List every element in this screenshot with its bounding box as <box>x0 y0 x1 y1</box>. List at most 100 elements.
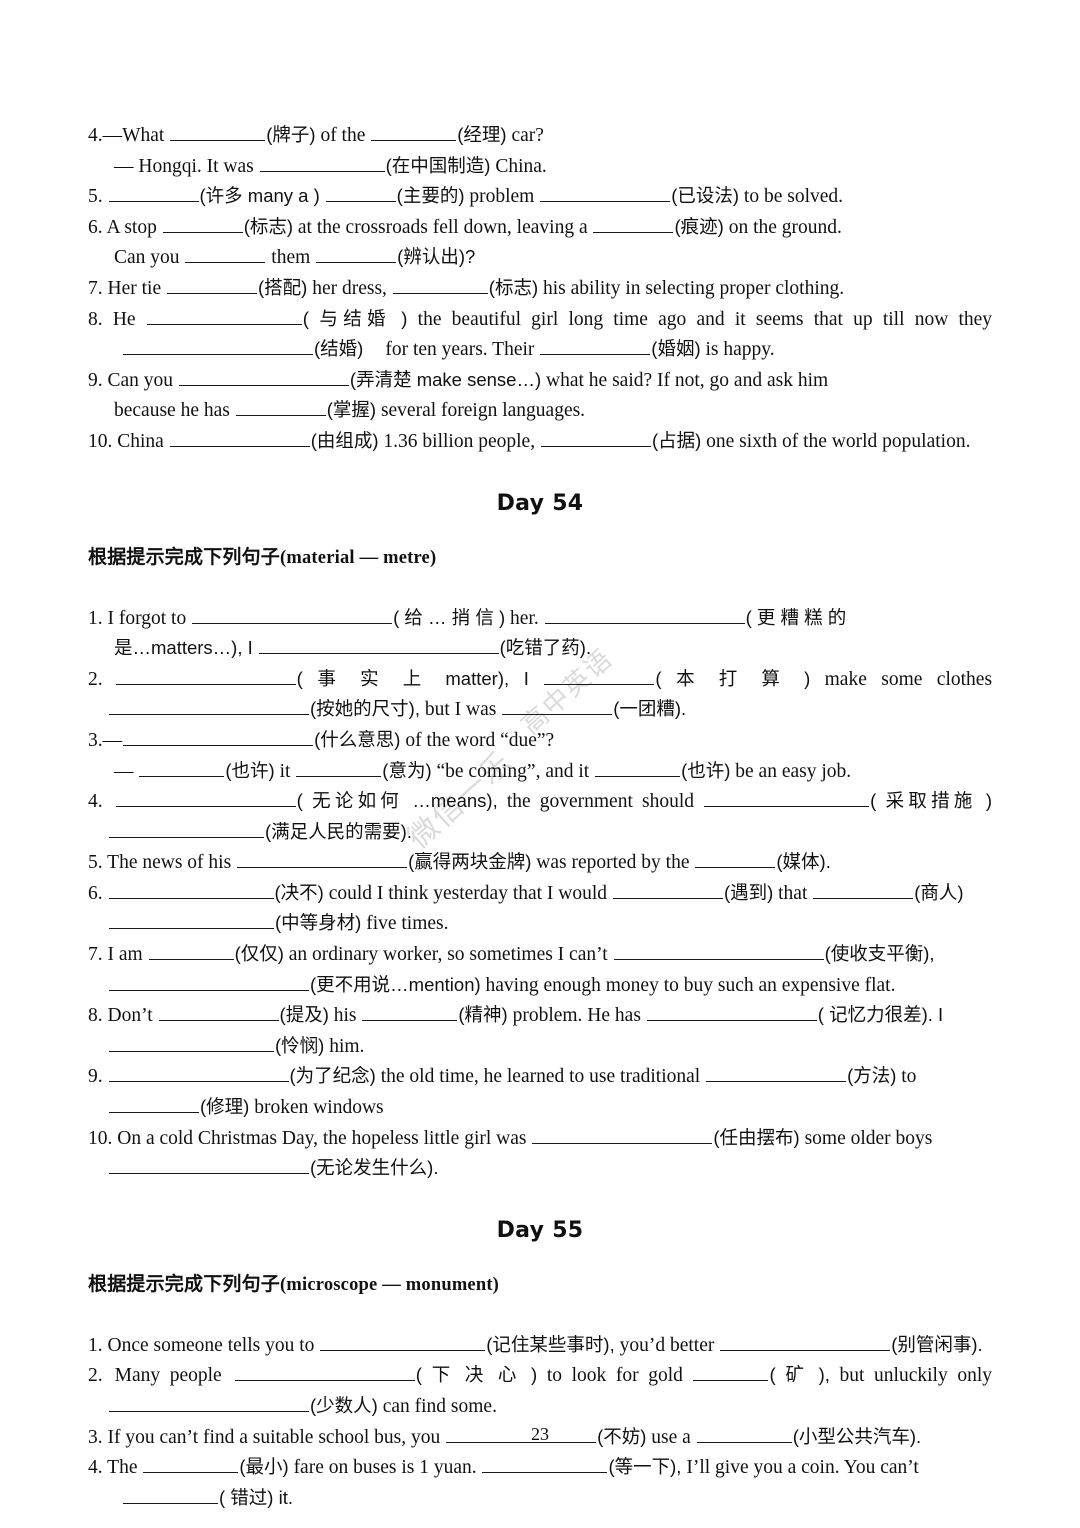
blank-field[interactable] <box>813 883 914 899</box>
blank-field[interactable] <box>720 1335 891 1351</box>
question-line: 5. The news of his (赢得两块金牌) was reported… <box>88 847 992 878</box>
hint-cn: (仅仅) <box>234 943 284 965</box>
blank-field[interactable] <box>143 1457 239 1474</box>
blank-field[interactable] <box>109 975 309 991</box>
blank-field[interactable] <box>371 125 457 141</box>
hint-cn: (无论发生什么). <box>310 1157 439 1179</box>
hint-cn: (意为) <box>382 759 432 781</box>
text-fragment: it <box>279 760 291 782</box>
blank-field[interactable] <box>693 1365 769 1382</box>
hint-cn: (方法) <box>847 1065 897 1087</box>
blank-field[interactable] <box>646 1005 817 1022</box>
blank-field[interactable] <box>593 217 674 233</box>
hint-cn: (占据) <box>651 429 702 451</box>
blank-field[interactable] <box>115 791 296 808</box>
hint-cn: ( 无论如何 …means), <box>296 790 498 812</box>
blank-field[interactable] <box>109 699 309 716</box>
blank-field[interactable] <box>192 608 393 624</box>
text-fragment: several foreign languages. <box>380 400 586 422</box>
question-item: 8. Don’t (提及) his (精神) problem. He has (… <box>88 1000 992 1061</box>
blank-field[interactable] <box>123 339 313 356</box>
blank-field[interactable] <box>109 1036 274 1052</box>
blank-field[interactable] <box>540 431 651 447</box>
hint-cn: (什么意思) <box>314 728 401 750</box>
blank-field[interactable] <box>316 247 397 264</box>
blank-field[interactable] <box>259 156 385 172</box>
blank-field[interactable] <box>178 370 349 386</box>
blank-field[interactable] <box>139 761 225 777</box>
blank-field[interactable] <box>162 217 243 233</box>
blank-field[interactable] <box>704 791 870 808</box>
blank-field[interactable] <box>595 761 681 777</box>
blank-field[interactable] <box>166 278 257 294</box>
blank-field[interactable] <box>146 309 302 325</box>
hint-cn: (任由摆布) <box>713 1126 800 1148</box>
text-fragment: fare on buses is 1 yuan. <box>293 1457 477 1479</box>
blank-field[interactable] <box>502 699 613 716</box>
blank-field[interactable] <box>544 669 655 685</box>
question-line: 10. On a cold Christmas Day, the hopeles… <box>88 1123 992 1154</box>
blank-field[interactable] <box>544 608 745 624</box>
blank-field[interactable] <box>123 730 314 746</box>
item-number: 6. <box>88 216 103 238</box>
hint-cn: ( 错过) it. <box>219 1486 293 1508</box>
blank-field[interactable] <box>148 944 234 961</box>
blank-field[interactable] <box>234 1365 415 1382</box>
blank-field[interactable] <box>540 339 651 356</box>
text-fragment: having enough money to buy such an expen… <box>485 974 896 996</box>
blank-field[interactable] <box>123 1488 218 1504</box>
hint-cn: (中等身材) <box>275 912 362 934</box>
question-item: 5. (许多 many a ) (主要的) problem (已设法) to b… <box>88 181 992 212</box>
question-item: 7. Her tie (搭配) her dress, (标志) his abil… <box>88 273 992 304</box>
blank-field[interactable] <box>482 1457 608 1474</box>
blank-field[interactable] <box>362 1005 458 1022</box>
text-fragment: to <box>901 1066 917 1088</box>
blank-field[interactable] <box>109 1097 199 1114</box>
blank-field[interactable] <box>235 400 326 417</box>
blank-field[interactable] <box>532 1128 713 1144</box>
blank-field[interactable] <box>540 186 671 203</box>
text-fragment: but I was <box>424 699 497 721</box>
blank-field[interactable] <box>185 247 266 264</box>
text-fragment: to be solved. <box>743 186 844 208</box>
blank-field[interactable] <box>612 883 723 899</box>
text-fragment: an ordinary worker, so sometimes I can’t <box>288 944 608 966</box>
hint-cn: (别管闲事). <box>891 1333 983 1355</box>
blank-field[interactable] <box>109 1396 309 1412</box>
blank-field[interactable] <box>115 669 296 685</box>
question-item: 9. Can you (弄清楚 make sense…) what he sai… <box>88 365 992 426</box>
text-fragment: but unluckily only <box>839 1365 992 1387</box>
text-fragment: Once someone tells you to <box>107 1334 315 1356</box>
question-item: 2. ( 事 实 上 matter), I ( 本 打 算 ) make some… <box>88 664 992 725</box>
blank-field[interactable] <box>108 883 274 899</box>
question-line: (怜悯) him. <box>88 1031 992 1062</box>
text-fragment: China <box>117 430 164 452</box>
text-fragment: of the <box>320 125 366 146</box>
blank-field[interactable] <box>109 1158 309 1175</box>
blank-field[interactable] <box>237 852 408 869</box>
blank-field[interactable] <box>320 1335 486 1351</box>
question-line: ( 错过) it. <box>88 1483 992 1514</box>
blank-field[interactable] <box>108 186 199 203</box>
blank-field[interactable] <box>109 913 274 930</box>
blank-field[interactable] <box>695 852 776 869</box>
blank-field[interactable] <box>170 125 266 141</box>
question-item: 5. The news of his (赢得两块金牌) was reported… <box>88 847 992 878</box>
question-line: (结婚) for ten years. Their (婚姻) is happy. <box>88 334 992 365</box>
question-line: 8. He ( 与结婚 ) the beautiful girl long ti… <box>88 304 992 335</box>
blank-field[interactable] <box>392 278 488 294</box>
question-line: 6. (决不) could I think yesterday that I w… <box>88 878 992 909</box>
blank-field[interactable] <box>169 431 310 447</box>
item-number: 7. <box>88 944 103 966</box>
text-fragment: problem. He has <box>512 1005 641 1027</box>
blank-field[interactable] <box>296 761 382 777</box>
blank-field[interactable] <box>613 944 824 961</box>
blank-field[interactable] <box>325 186 396 203</box>
blank-field[interactable] <box>108 1066 289 1083</box>
blank-field[interactable] <box>258 638 499 655</box>
blank-field[interactable] <box>109 822 264 838</box>
text-fragment: make some clothes <box>824 668 993 690</box>
blank-field[interactable] <box>706 1066 847 1083</box>
question-item: 1. I forgot to ( 给 … 捎 信 ) her. ( 更 糟 糕 … <box>88 603 992 664</box>
blank-field[interactable] <box>158 1005 279 1022</box>
